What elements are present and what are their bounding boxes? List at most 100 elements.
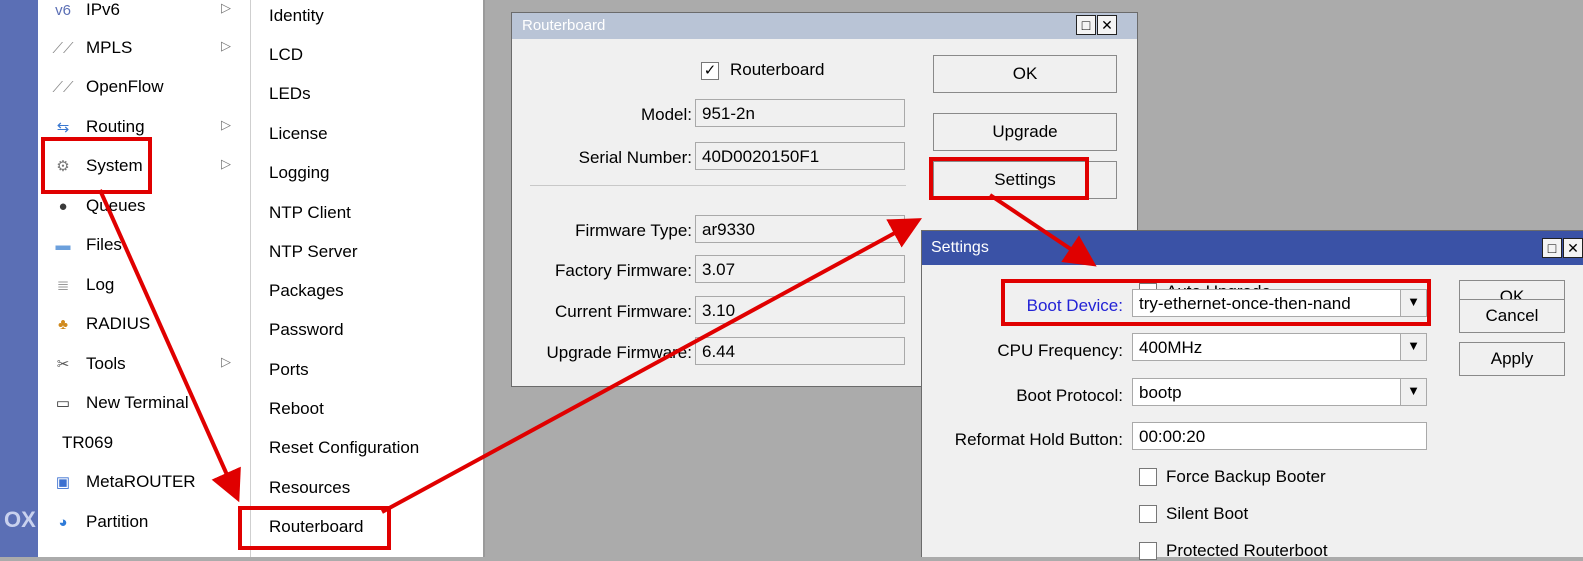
routerboard-checkbox[interactable]: ✓	[701, 62, 719, 80]
menu-item-radius[interactable]: ♣ RADIUS	[38, 305, 250, 343]
maximize-icon[interactable]: □	[1076, 15, 1096, 35]
submenu-item-reboot[interactable]: Reboot	[269, 399, 324, 419]
submenu-arrow-icon: ▷	[221, 156, 231, 171]
routerboard-menu-highlight	[238, 506, 391, 550]
model-field[interactable]: 951-2n	[695, 99, 905, 127]
submenu-arrow-icon: ▷	[221, 38, 231, 53]
submenu-item-ntp-client[interactable]: NTP Client	[269, 203, 351, 223]
menu-item-label: MetaROUTER	[86, 472, 196, 491]
routerboard-window-title: Routerboard	[522, 17, 606, 34]
menu-item-mpls[interactable]: ⟋⟋ MPLS ▷	[38, 29, 250, 67]
menu-item-ipv6[interactable]: v6 IPv6 ▷	[38, 0, 250, 29]
reformat-hold-button-field[interactable]: 00:00:20	[1132, 422, 1427, 450]
menu-item-label: New Terminal	[86, 393, 189, 412]
dropdown-arrow-icon[interactable]: ▼	[1400, 334, 1426, 360]
upgrade-firmware-field[interactable]: 6.44	[695, 337, 905, 365]
cpu-frequency-value: 400MHz	[1139, 338, 1203, 357]
submenu-arrow-icon: ▷	[221, 117, 231, 132]
current-firmware-field[interactable]: 3.10	[695, 296, 905, 324]
submenu-item-ntp-server[interactable]: NTP Server	[269, 242, 358, 262]
factory-firmware-label: Factory Firmware:	[555, 261, 692, 280]
routing-icon: ⇆	[56, 119, 70, 136]
menu-item-partition[interactable]: ◕ Partition	[38, 503, 250, 541]
submenu-item-leds[interactable]: LEDs	[269, 84, 311, 104]
menu-item-label: OpenFlow	[86, 77, 164, 96]
upgrade-firmware-label: Upgrade Firmware:	[546, 343, 693, 362]
menu-item-metarouter[interactable]: ▣ MetaROUTER	[38, 463, 250, 501]
menu-item-label: TR069	[62, 433, 114, 452]
menu-item-log[interactable]: ≣ Log	[38, 266, 250, 304]
force-backup-booter-checkbox[interactable]	[1139, 468, 1157, 486]
settings-window-title: Settings	[931, 239, 989, 256]
mpls-icon: ⟋⟋	[52, 39, 74, 57]
firmware-type-label: Firmware Type:	[575, 221, 692, 240]
menu-item-openflow[interactable]: ⟋⟋ OpenFlow	[38, 68, 250, 106]
menu-item-label: IPv6	[86, 0, 121, 19]
routerboard-titlebar[interactable]: Routerboard □ ✕	[512, 13, 1137, 39]
silent-boot-checkbox[interactable]	[1139, 505, 1157, 523]
tools-icon: ✂	[56, 356, 70, 373]
routerboard-checkbox-label: Routerboard	[730, 60, 825, 79]
submenu-item-resources[interactable]: Resources	[269, 478, 350, 498]
boot-protocol-value: bootp	[1139, 383, 1182, 402]
model-label: Model:	[640, 105, 692, 124]
submenu-item-packages[interactable]: Packages	[269, 281, 344, 301]
brand-text: OX	[4, 507, 36, 532]
cpu-frequency-select[interactable]: 400MHz ▼	[1132, 333, 1427, 361]
boot-protocol-select[interactable]: bootp ▼	[1132, 378, 1427, 406]
menu-item-files[interactable]: ▬ Files	[38, 226, 250, 264]
routerboard-ok-button[interactable]: OK	[933, 55, 1117, 93]
menu-item-new-terminal[interactable]: ▭ New Terminal	[38, 384, 250, 422]
boot-protocol-label: Boot Protocol:	[1016, 386, 1123, 405]
serial-number-field[interactable]: 40D0020150F1	[695, 142, 905, 170]
settings-cancel-button[interactable]: Cancel	[1459, 299, 1565, 333]
menu-item-label: Partition	[86, 512, 149, 531]
dropdown-arrow-icon[interactable]: ▼	[1400, 379, 1426, 405]
main-menu: v6 IPv6 ▷ ⟋⟋ MPLS ▷ ⟋⟋ OpenFlow ⇆ Routing ▷ ⚙ System…	[38, 0, 250, 557]
submenu-item-identity[interactable]: Identity	[269, 6, 324, 26]
maximize-icon[interactable]: □	[1542, 238, 1562, 258]
queues-icon: ●	[58, 197, 68, 215]
submenu-item-logging[interactable]: Logging	[269, 163, 330, 183]
current-firmware-label: Current Firmware:	[555, 302, 692, 321]
submenu-item-reset-configuration[interactable]: Reset Configuration	[269, 438, 419, 458]
menu-item-tools[interactable]: ✂ Tools ▷	[38, 345, 250, 383]
menu-item-label: Log	[86, 275, 115, 294]
protected-routerboot-checkbox[interactable]	[1139, 542, 1157, 560]
settings-titlebar[interactable]: Settings □ ✕	[922, 231, 1583, 265]
menu-item-label: Files	[86, 235, 122, 254]
cpu-frequency-label: CPU Frequency:	[997, 341, 1123, 360]
factory-firmware-field[interactable]: 3.07	[695, 255, 905, 283]
close-icon[interactable]: ✕	[1097, 15, 1117, 35]
menu-item-label: MPLS	[86, 38, 133, 57]
submenu-item-ports[interactable]: Ports	[269, 360, 309, 380]
submenu-item-lcd[interactable]: LCD	[269, 45, 303, 65]
menu-item-label: Routing	[86, 117, 145, 136]
submenu-item-password[interactable]: Password	[269, 320, 344, 340]
system-highlight	[41, 137, 152, 194]
settings-apply-button[interactable]: Apply	[1459, 342, 1565, 376]
reformat-hold-button-label: Reformat Hold Button:	[954, 430, 1123, 449]
terminal-icon: ▭	[55, 395, 71, 412]
firmware-type-field[interactable]: ar9330	[695, 215, 905, 243]
openflow-icon: ⟋⟋	[52, 78, 74, 96]
submenu-item-license[interactable]: License	[269, 124, 328, 144]
partition-icon: ◕	[58, 513, 68, 531]
serial-number-label: Serial Number:	[578, 148, 692, 167]
brand-strip	[0, 0, 38, 557]
close-icon[interactable]: ✕	[1563, 238, 1583, 258]
protected-routerboot-label: Protected Routerboot	[1166, 541, 1328, 560]
metarouter-icon: ▣	[55, 474, 71, 491]
submenu-arrow-icon: ▷	[221, 354, 231, 369]
radius-icon: ♣	[58, 315, 68, 333]
log-icon: ≣	[56, 277, 70, 294]
upgrade-button[interactable]: Upgrade	[933, 113, 1117, 151]
menu-item-tr069[interactable]: TR069	[38, 424, 250, 462]
section-divider	[530, 185, 906, 186]
system-submenu: Identity LCD LEDs License Logging NTP Client N…	[251, 0, 483, 557]
submenu-edge	[483, 0, 485, 557]
ipv6-icon: v6	[55, 1, 71, 19]
menu-item-label: RADIUS	[86, 314, 151, 333]
folder-icon: ▬	[55, 236, 71, 254]
submenu-arrow-icon: ▷	[221, 0, 231, 15]
